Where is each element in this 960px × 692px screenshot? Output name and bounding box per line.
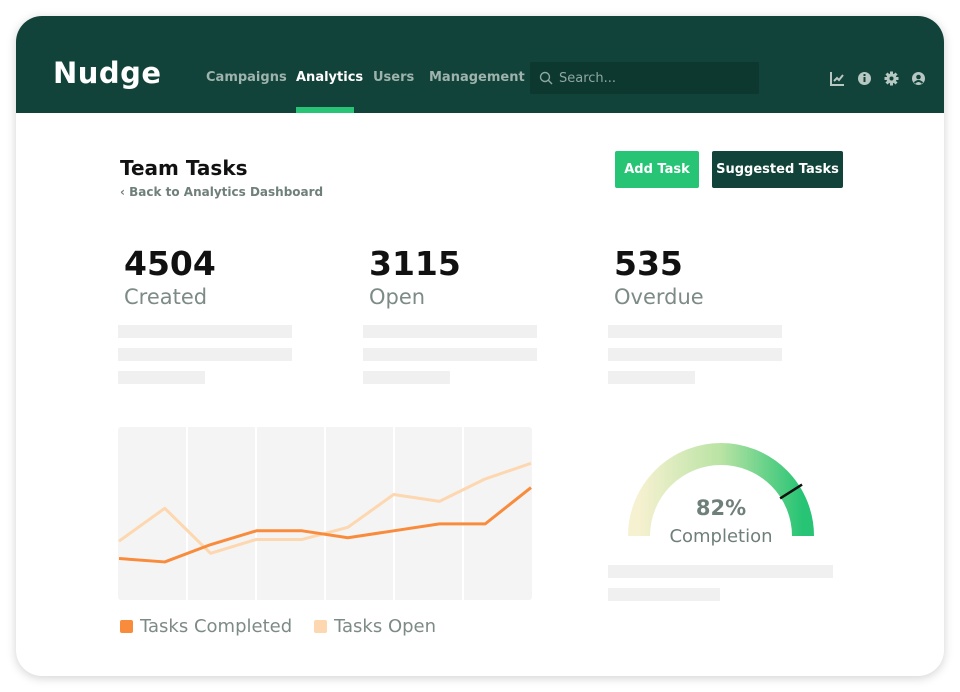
stat-value: 535: [614, 244, 683, 283]
skeleton-line: [363, 371, 450, 384]
stat-open: 3115 Open: [369, 244, 461, 309]
top-nav: Nudge Campaigns Analytics Users Manageme…: [16, 16, 944, 113]
stat-created: 4504 Created: [124, 244, 216, 309]
gauge-percent: 82%: [695, 496, 747, 520]
stat-label: Overdue: [614, 285, 704, 309]
stat-label: Created: [124, 285, 208, 309]
skeleton-line: [118, 325, 292, 338]
skeleton-line: [118, 348, 292, 361]
legend-swatch: [120, 620, 133, 633]
skeleton-line: [363, 348, 537, 361]
legend-swatch: [314, 620, 327, 633]
gear-icon[interactable]: [884, 71, 899, 86]
skeleton-line: [608, 348, 782, 361]
stat-label: Open: [369, 285, 426, 309]
stat-overdue: 535 Overdue: [614, 244, 704, 309]
legend-open: Tasks Open: [314, 616, 436, 637]
nav-users[interactable]: Users: [373, 70, 414, 85]
line-chart: [118, 427, 532, 600]
nav-management[interactable]: Management: [429, 70, 525, 85]
page-title: Team Tasks: [120, 156, 248, 180]
brand-logo[interactable]: Nudge: [53, 56, 162, 90]
search-placeholder: Search...: [559, 71, 617, 86]
user-icon[interactable]: [911, 71, 926, 86]
nav-campaigns[interactable]: Campaigns: [206, 70, 287, 85]
legend-label: Tasks Open: [334, 616, 437, 637]
skeleton-line: [118, 371, 205, 384]
chart-icon[interactable]: [830, 71, 845, 86]
app-window: Nudge Campaigns Analytics Users Manageme…: [16, 16, 944, 676]
chevron-left-icon: ‹: [120, 185, 130, 199]
stat-value: 3115: [369, 244, 461, 283]
skeleton-line: [608, 371, 695, 384]
back-link-label: Back to Analytics Dashboard: [129, 185, 324, 199]
skeleton-line: [608, 588, 720, 601]
info-icon[interactable]: [857, 71, 872, 86]
skeleton-line: [608, 565, 833, 578]
stat-value: 4504: [124, 244, 216, 283]
gauge-label: Completion: [669, 526, 773, 547]
skeleton-line: [608, 325, 782, 338]
nav-analytics[interactable]: Analytics: [296, 70, 363, 85]
legend-label: Tasks Completed: [140, 616, 293, 637]
back-link[interactable]: ‹ Back to Analytics Dashboard: [120, 185, 323, 199]
legend-completed: Tasks Completed: [120, 616, 292, 637]
suggested-tasks-button[interactable]: Suggested Tasks: [712, 151, 843, 188]
active-tab-indicator: [296, 107, 354, 113]
search-icon: [539, 71, 553, 85]
gauge-arc: [628, 443, 814, 537]
add-task-button[interactable]: Add Task: [615, 151, 699, 188]
skeleton-line: [363, 325, 537, 338]
search-input[interactable]: Search...: [530, 62, 759, 94]
